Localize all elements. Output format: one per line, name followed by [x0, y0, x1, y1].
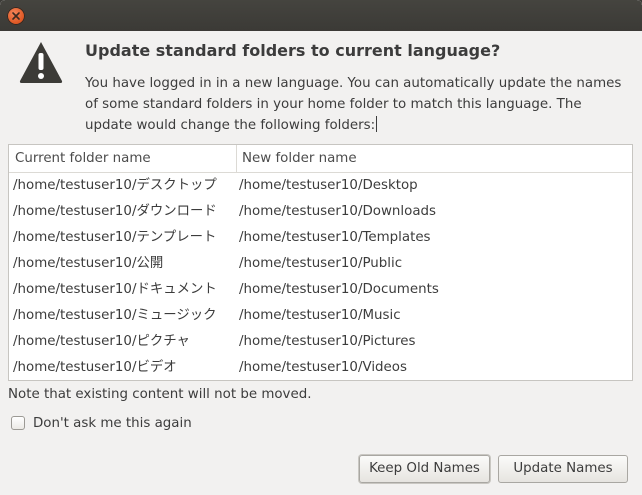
current-folder-cell: /home/testuser10/デスクトップ	[13, 178, 217, 193]
text-cursor	[376, 116, 378, 132]
table-row[interactable]: /home/testuser10/公開/home/testuser10/Publ…	[9, 251, 632, 277]
table-header: Current folder name New folder name	[9, 145, 632, 173]
new-folder-cell: /home/testuser10/Videos	[239, 360, 407, 375]
table-body: /home/testuser10/デスクトップ/home/testuser10/…	[9, 173, 632, 380]
dont-ask-checkbox[interactable]	[11, 416, 25, 430]
new-folder-cell: /home/testuser10/Documents	[239, 282, 439, 297]
close-icon[interactable]	[7, 7, 25, 25]
dialog-window: Update standard folders to current langu…	[0, 0, 642, 495]
column-separator	[236, 145, 237, 172]
update-names-button[interactable]: Update Names	[498, 455, 628, 483]
current-folder-cell: /home/testuser10/ミュージック	[13, 308, 217, 323]
table-row[interactable]: /home/testuser10/ミュージック/home/testuser10/…	[9, 303, 632, 329]
column-header-current[interactable]: Current folder name	[15, 145, 151, 172]
table-row[interactable]: /home/testuser10/ドキュメント/home/testuser10/…	[9, 277, 632, 303]
title-bar	[0, 0, 642, 31]
current-folder-cell: /home/testuser10/ピクチャ	[13, 334, 190, 349]
warning-icon	[19, 42, 63, 83]
new-folder-cell: /home/testuser10/Music	[239, 308, 401, 323]
table-row[interactable]: /home/testuser10/テンプレート/home/testuser10/…	[9, 225, 632, 251]
current-folder-cell: /home/testuser10/ビデオ	[13, 360, 177, 375]
table-row[interactable]: /home/testuser10/ダウンロード/home/testuser10/…	[9, 199, 632, 225]
table-row[interactable]: /home/testuser10/ピクチャ/home/testuser10/Pi…	[9, 329, 632, 355]
note-text: Note that existing content will not be m…	[8, 387, 312, 402]
new-folder-cell: /home/testuser10/Templates	[239, 230, 431, 245]
dialog-description: You have logged in in a new language. Yo…	[85, 73, 630, 136]
dont-ask-checkbox-row[interactable]: Don't ask me this again	[11, 413, 192, 433]
keep-old-names-button[interactable]: Keep Old Names	[359, 455, 490, 483]
new-folder-cell: /home/testuser10/Public	[239, 256, 403, 271]
column-header-new[interactable]: New folder name	[242, 145, 357, 172]
current-folder-cell: /home/testuser10/ドキュメント	[13, 282, 217, 297]
new-folder-cell: /home/testuser10/Desktop	[239, 178, 418, 193]
new-folder-cell: /home/testuser10/Downloads	[239, 204, 436, 219]
description-text: You have logged in in a new language. Yo…	[85, 76, 622, 133]
dialog-heading: Update standard folders to current langu…	[85, 41, 501, 60]
table-row[interactable]: /home/testuser10/デスクトップ/home/testuser10/…	[9, 173, 632, 199]
current-folder-cell: /home/testuser10/ダウンロード	[13, 204, 217, 219]
table-row[interactable]: /home/testuser10/ビデオ/home/testuser10/Vid…	[9, 355, 632, 380]
new-folder-cell: /home/testuser10/Pictures	[239, 334, 416, 349]
dont-ask-label[interactable]: Don't ask me this again	[33, 416, 192, 431]
folders-table: Current folder name New folder name /hom…	[8, 144, 633, 381]
current-folder-cell: /home/testuser10/テンプレート	[13, 230, 217, 245]
current-folder-cell: /home/testuser10/公開	[13, 256, 164, 271]
